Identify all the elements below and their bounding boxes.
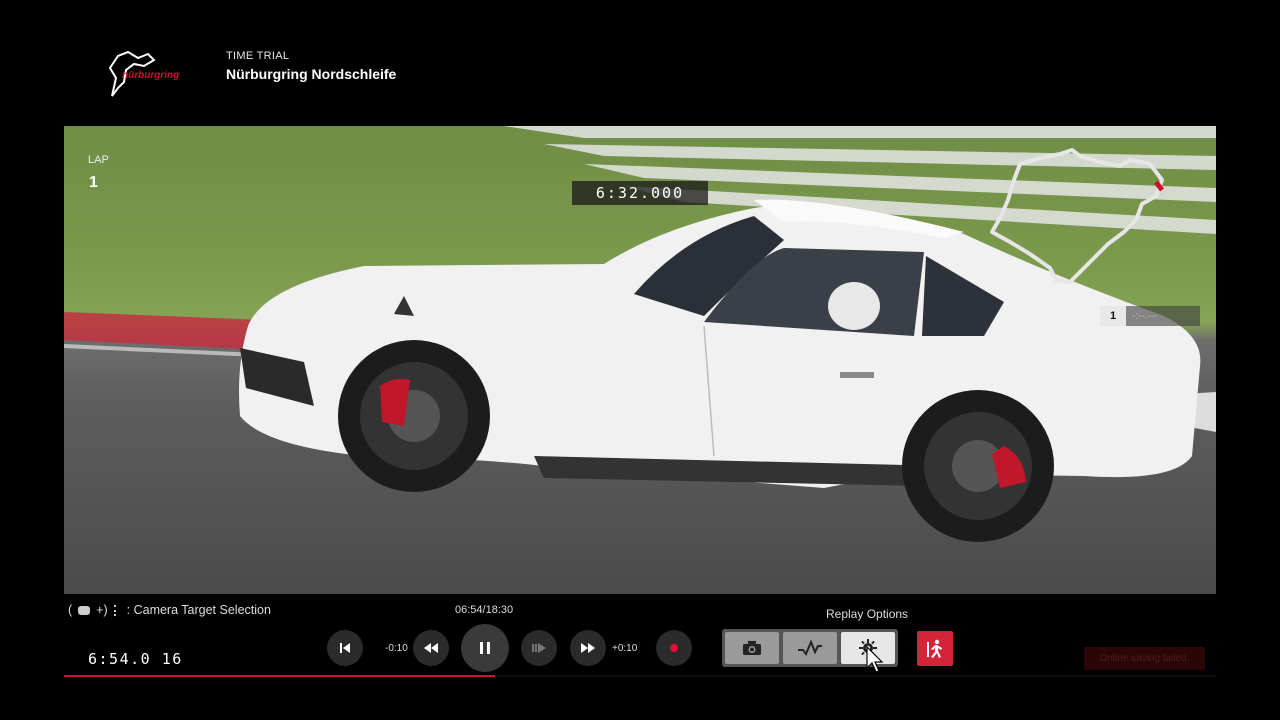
skip-start-button[interactable] [327,630,363,666]
track-name: Nürburgring Nordschleife [226,66,397,82]
hint-open-paren: ( [68,603,73,617]
lap-value: 1 [89,174,98,191]
track-minimap [990,148,1164,284]
pointer-cursor-icon [866,646,884,673]
lap-label: LAP [88,154,109,166]
exit-button[interactable] [917,631,953,666]
camera-hint: ( +) : Camera Target Selection [68,603,271,617]
record-icon [670,644,678,652]
replay-progress-bar[interactable] [64,675,1216,677]
forward-amount-label: +0:10 [612,643,638,654]
skip-start-icon [340,643,350,653]
telemetry-button[interactable] [783,632,837,664]
fast-forward-button[interactable] [570,630,606,666]
mode-label: TIME TRIAL [226,50,290,62]
step-forward-button[interactable] [521,630,557,666]
hint-plus: +) [96,603,108,617]
position-time: -:--.--- [1126,306,1200,326]
exit-runner-icon [927,639,942,658]
lap-time-display: 6:32.000 [572,181,708,205]
rewind-button[interactable] [413,630,449,666]
position-marker: 1 -:--.--- [1100,306,1200,326]
replay-options-label: Replay Options [826,607,909,621]
nurburgring-logo: nürburgring [108,50,179,97]
replay-clock: 6:54.0 16 [88,650,183,668]
replay-time-position: 06:54/18:30 [455,604,514,616]
rewind-icon [424,643,438,653]
pause-button[interactable] [461,624,509,672]
record-button[interactable] [656,630,692,666]
rewind-amount-label: -0:10 [385,643,408,654]
touchpad-icon [78,605,91,615]
hint-text: : Camera Target Selection [126,603,271,617]
position-number: 1 [1100,306,1126,326]
camera-icon [743,641,761,655]
save-status-toast: Online saving failed. [1084,647,1205,670]
pause-icon [480,642,490,654]
photo-mode-button[interactable] [725,632,779,664]
dpad-icon [113,604,121,616]
replay-progress-fill [64,675,495,677]
telemetry-graph-icon [798,640,822,656]
step-forward-icon [532,643,546,653]
svg-text:nürburgring: nürburgring [122,70,179,81]
fast-forward-icon [581,643,595,653]
